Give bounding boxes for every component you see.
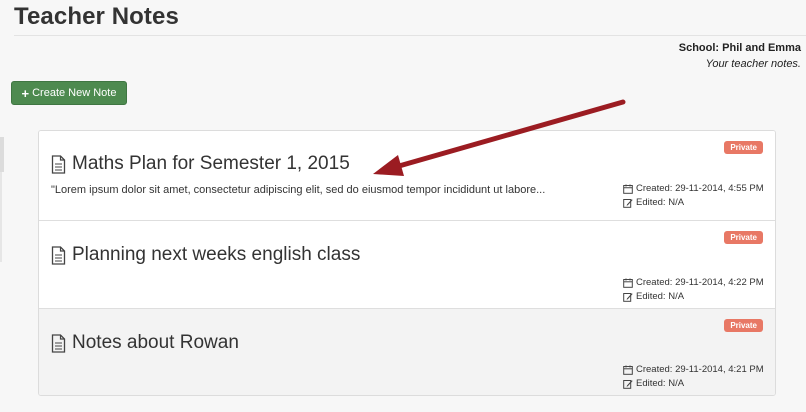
created-text: Created: 29-11-2014, 4:21 PM xyxy=(636,364,764,375)
note-title[interactable]: Notes about Rowan xyxy=(72,332,239,354)
edited-text: Edited: N/A xyxy=(636,291,685,302)
note-excerpt: "Lorem ipsum dolor sit amet, consectetur… xyxy=(51,184,546,196)
edited-text: Edited: N/A xyxy=(636,378,685,389)
note-title-row[interactable]: Notes about Rowan xyxy=(51,332,239,354)
edited-meta: Edited: N/A xyxy=(623,378,684,389)
notes-list: Maths Plan for Semester 1, 2015 "Lorem i… xyxy=(38,130,776,396)
edit-icon xyxy=(623,198,633,208)
created-text: Created: 29-11-2014, 4:55 PM xyxy=(636,183,764,194)
note-title-row[interactable]: Planning next weeks english class xyxy=(51,244,360,266)
note-title-row[interactable]: Maths Plan for Semester 1, 2015 xyxy=(51,153,350,175)
create-note-button[interactable]: + Create New Note xyxy=(11,81,127,105)
note-item[interactable]: Notes about Rowan Private Created: 29-11… xyxy=(39,309,775,395)
status-badge: Private xyxy=(724,319,763,332)
edit-icon xyxy=(623,379,633,389)
page-subtitle: Your teacher notes. xyxy=(705,58,801,70)
status-badge: Private xyxy=(724,141,763,154)
document-icon xyxy=(51,154,66,174)
school-label: School: Phil and Emma xyxy=(678,42,801,54)
sidebar-edge xyxy=(0,137,4,172)
edited-text: Edited: N/A xyxy=(636,197,685,208)
create-note-label: Create New Note xyxy=(32,87,117,99)
document-icon xyxy=(51,245,66,265)
calendar-icon xyxy=(623,184,633,194)
created-meta: Created: 29-11-2014, 4:55 PM xyxy=(623,183,764,194)
note-item[interactable]: Planning next weeks english class Privat… xyxy=(39,221,775,309)
edited-meta: Edited: N/A xyxy=(623,291,684,302)
calendar-icon xyxy=(623,278,633,288)
created-meta: Created: 29-11-2014, 4:21 PM xyxy=(623,364,764,375)
document-icon xyxy=(51,333,66,353)
note-title[interactable]: Planning next weeks english class xyxy=(72,244,360,266)
note-title[interactable]: Maths Plan for Semester 1, 2015 xyxy=(72,153,350,175)
edited-meta: Edited: N/A xyxy=(623,197,684,208)
plus-icon: + xyxy=(21,85,30,101)
edit-icon xyxy=(623,292,633,302)
calendar-icon xyxy=(623,365,633,375)
created-meta: Created: 29-11-2014, 4:22 PM xyxy=(623,277,764,288)
created-text: Created: 29-11-2014, 4:22 PM xyxy=(636,277,764,288)
sidebar-edge-lower xyxy=(0,172,2,262)
page-title: Teacher Notes xyxy=(14,3,179,30)
note-item[interactable]: Maths Plan for Semester 1, 2015 "Lorem i… xyxy=(39,131,775,221)
status-badge: Private xyxy=(724,231,763,244)
title-divider xyxy=(14,35,806,36)
